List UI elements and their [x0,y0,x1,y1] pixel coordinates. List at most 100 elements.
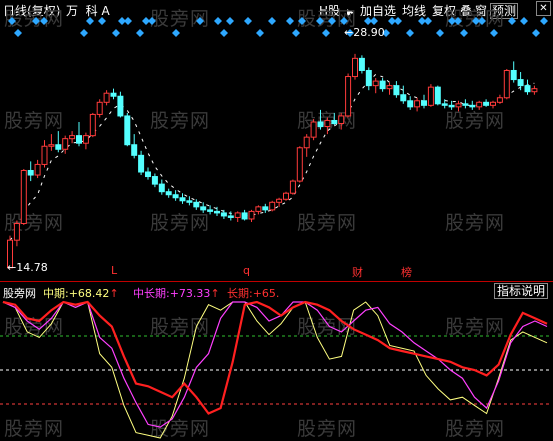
candle-body [448,104,455,108]
candle-body [20,169,27,225]
signal-diamond-icon [268,17,276,25]
signal-diamond-icon [370,17,378,25]
candle [200,202,207,213]
candle-body [365,69,372,87]
candle-body [317,121,324,128]
candle-body [172,194,179,199]
candle [96,99,103,118]
candle-body [179,197,186,202]
candle [172,190,179,201]
event-marker[interactable]: q [243,264,250,277]
candle [386,82,393,95]
candle [262,203,269,213]
candle-body [269,201,276,211]
candle-body [82,135,89,144]
candle [345,73,352,118]
candle-body [276,198,283,203]
candle [131,134,138,159]
signal-diamond-icon [286,17,294,25]
candle-body [262,206,269,211]
signal-diamond-icon [98,17,106,25]
candle-body [476,101,483,108]
candle [427,84,434,107]
candle [379,78,386,92]
signal-diamond-icon [478,17,486,25]
candle [289,179,296,195]
candle-body [331,119,338,125]
signal-diamond-icon [226,17,234,25]
event-marker[interactable]: 财 [352,264,363,280]
panel-divider [0,281,553,282]
signal-diamond-icon [540,17,548,25]
indicator-chart[interactable] [0,298,553,441]
candle-body [510,69,517,81]
candle-body [296,147,303,182]
candle-body [34,163,41,176]
signal-diamond-icon [32,17,40,25]
candle-body [96,101,103,115]
candle-body [303,136,310,149]
candle [303,134,310,157]
candle [483,99,490,107]
candle [434,85,441,106]
candle [207,205,214,215]
candle-body [517,79,524,87]
candlestick-chart[interactable] [0,0,553,282]
candle-body [158,183,165,193]
signal-diamond-icon [460,29,468,37]
candle-body [27,169,34,176]
candle [455,100,462,112]
candle-body [255,206,262,212]
candle [510,61,517,83]
candle [531,85,538,95]
candle [34,159,41,179]
candle [193,199,200,210]
signal-diamond-icon [490,29,498,37]
signal-diamond-icon [196,17,204,25]
candle-body [207,209,214,212]
candle [331,112,338,126]
candle [358,55,365,74]
signal-diamond-icon [406,29,414,37]
signal-diamond-icon [148,17,156,25]
signal-diamond-icon [80,29,88,37]
candle-body [503,69,510,99]
candle [55,131,62,153]
candle [138,150,145,176]
candle-body [386,85,393,90]
candle-body [414,100,421,108]
signal-diamond-icon [520,17,528,25]
candle-body [345,76,352,117]
moving-average-line [9,73,535,241]
candle-body [234,212,241,218]
candle [524,79,531,95]
candle [158,179,165,195]
candle-body [289,180,296,194]
indicator-explain-button[interactable]: 指标说明 [494,283,549,299]
candle-body [110,92,117,97]
candle-body [69,135,76,140]
candle [165,188,172,198]
event-marker[interactable]: 榜 [401,264,412,280]
candle-body [462,103,469,106]
candle-body [427,86,434,106]
candle-body [455,103,462,108]
candle-body [131,144,138,156]
candle-body [89,113,96,137]
candle [476,100,483,110]
event-marker[interactable]: L [111,264,117,277]
candle-body [193,201,200,208]
candle-body [145,171,151,178]
candle [324,117,331,135]
signal-diamond-icon [220,29,228,37]
candle [103,90,110,106]
candle-body [48,144,55,147]
candle [317,109,324,130]
candle-body [441,103,448,106]
candle [41,140,48,168]
candle [372,78,379,94]
signal-diamond-icon [436,29,444,37]
candle [248,209,255,222]
candle [20,168,27,226]
signal-diamond-icon [292,29,300,37]
